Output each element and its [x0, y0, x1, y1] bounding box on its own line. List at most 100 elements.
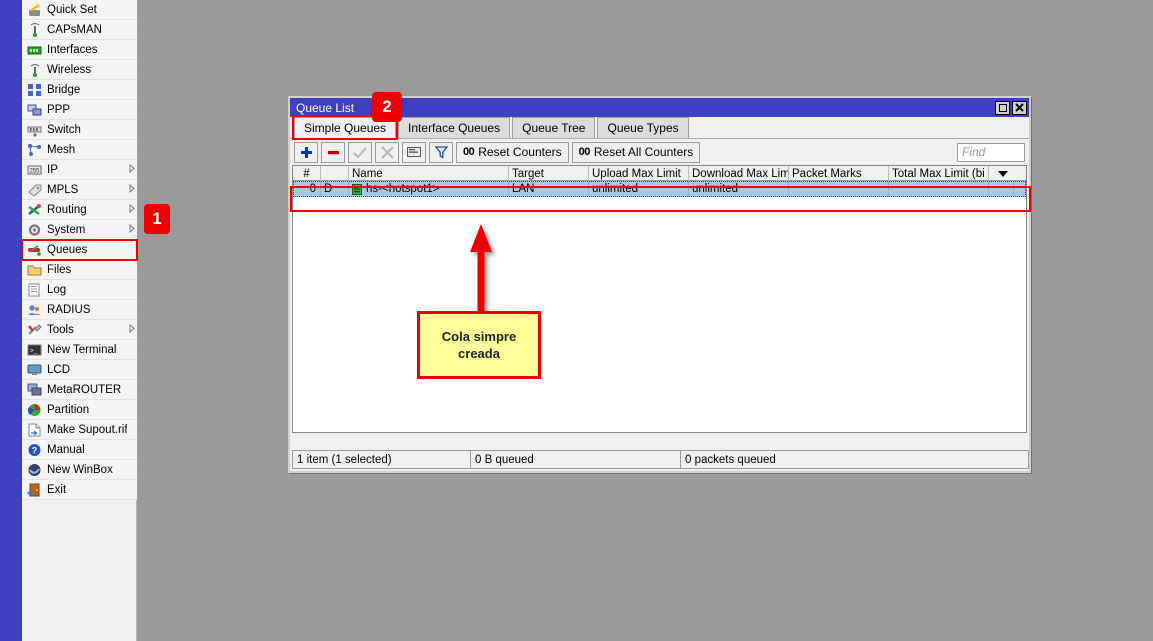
column-header-download-max-limit[interactable]: Download Max Limit	[689, 166, 789, 181]
sidebar-item-capsman[interactable]: CAPsMAN	[22, 20, 137, 40]
sidebar-item-label: System	[47, 224, 127, 236]
status-text: 0 B queued	[475, 454, 534, 466]
ip-icon: 255	[26, 162, 43, 178]
tab-interface-queues[interactable]: Interface Queues	[398, 117, 510, 138]
chevron-right-icon	[127, 204, 137, 215]
sidebar-item-ppp[interactable]: PPP	[22, 100, 137, 120]
column-header-label: Total Max Limit (bi	[892, 168, 985, 180]
sidebar-item-label: Routing	[47, 204, 127, 216]
cell-name: hs-<hotspot1>	[349, 181, 509, 197]
column-header-label: Target	[512, 168, 544, 180]
sidebar-item-new-terminal[interactable]: >_ New Terminal	[22, 340, 137, 360]
disable-queue-button[interactable]	[375, 142, 399, 163]
enable-queue-button[interactable]	[348, 142, 372, 163]
sidebar-item-metarouter[interactable]: MetaROUTER	[22, 380, 137, 400]
table-row[interactable]: 0Dhs-<hotspot1>LANunlimitedunlimited	[293, 181, 1026, 197]
sidebar-item-label: Switch	[47, 124, 127, 136]
sidebar-item-ip[interactable]: 255 IP	[22, 160, 137, 180]
sidebar-item-partition[interactable]: Partition	[22, 400, 137, 420]
winbox-left-accent-strip	[0, 0, 22, 641]
quickset-icon	[26, 2, 43, 18]
tab-label: Queue Tree	[522, 121, 585, 135]
table-header-row: # NameTarget Upload Max Limit Download Max …	[293, 166, 1026, 181]
reset-all-counters-prefix: 00	[579, 146, 590, 158]
sidebar-item-label: CAPsMAN	[47, 24, 127, 36]
search-input[interactable]: Find	[957, 143, 1025, 162]
sidebar-item-lcd[interactable]: LCD	[22, 360, 137, 380]
sidebar-item-interfaces[interactable]: Interfaces	[22, 40, 137, 60]
sidebar-item-new-winbox[interactable]: New WinBox	[22, 460, 137, 480]
table-body: 0Dhs-<hotspot1>LANunlimitedunlimited	[293, 181, 1026, 197]
reset-counters-button[interactable]: 00 Reset Counters	[456, 142, 569, 163]
sidebar-item-wireless[interactable]: Wireless	[22, 60, 137, 80]
log-icon	[26, 282, 43, 298]
status-cell-2: 0 packets queued	[681, 451, 1028, 468]
minus-icon	[327, 146, 340, 159]
column-header-total-max-limit-bi[interactable]: Total Max Limit (bi	[889, 166, 989, 181]
sidebar-item-label: Mesh	[47, 144, 127, 156]
sidebar-item-switch[interactable]: Switch	[22, 120, 137, 140]
tab-queue-tree[interactable]: Queue Tree	[512, 117, 595, 138]
column-header-label: Upload Max Limit	[592, 168, 681, 180]
tab-queue-types[interactable]: Queue Types	[597, 117, 688, 138]
column-header-upload-max-limit[interactable]: Upload Max Limit	[589, 166, 689, 181]
tab-label: Queue Types	[607, 121, 678, 135]
status-cell-0: 1 item (1 selected)	[293, 451, 471, 468]
cell-packet_marks	[789, 181, 889, 197]
sidebar-item-label: Wireless	[47, 64, 127, 76]
ppp-icon	[26, 102, 43, 118]
search-placeholder: Find	[962, 145, 985, 159]
cell-text: hs-<hotspot1>	[366, 183, 440, 195]
cell-download_max_limit: unlimited	[689, 181, 789, 197]
annotation-arrow	[455, 222, 515, 317]
tools-icon	[26, 322, 43, 338]
sidebar-item-label: Exit	[47, 484, 127, 496]
funnel-icon	[435, 146, 448, 159]
sidebar-item-label: IP	[47, 164, 127, 176]
cell-text: unlimited	[692, 183, 738, 195]
sidebar-item-radius[interactable]: RADIUS	[22, 300, 137, 320]
column-header-[interactable]: #	[293, 166, 321, 181]
sidebar-item-mesh[interactable]: Mesh	[22, 140, 137, 160]
comment-button[interactable]	[402, 142, 426, 163]
sidebar-item-mpls[interactable]: MPLS	[22, 180, 137, 200]
screen: Quick Set CAPsMAN Interfaces Wireless Bridge…	[0, 0, 1153, 641]
cell-text: LAN	[512, 183, 534, 195]
sidebar-item-queues[interactable]: Queues	[22, 240, 137, 260]
status-bar: 1 item (1 selected) 0 B queued 0 packets q…	[292, 450, 1029, 469]
status-cell-1: 0 B queued	[471, 451, 681, 468]
column-header-packet-marks[interactable]: Packet Marks	[789, 166, 889, 181]
comment-icon	[407, 146, 422, 158]
column-header[interactable]	[989, 166, 1014, 181]
sidebar-item-system[interactable]: System	[22, 220, 137, 240]
reset-all-counters-button[interactable]: 00 Reset All Counters	[572, 142, 701, 163]
column-chooser-icon[interactable]	[998, 171, 1008, 177]
queue-list-window: Queue List Simple QueuesInterface Queues…	[288, 96, 1031, 473]
add-queue-button[interactable]	[294, 142, 318, 163]
cell-total_max_limit	[889, 181, 989, 197]
sidebar-item-tools[interactable]: Tools	[22, 320, 137, 340]
column-header-name[interactable]: Name	[349, 166, 509, 181]
sidebar-item-make-supout-rif[interactable]: Make Supout.rif	[22, 420, 137, 440]
svg-text:?: ?	[31, 445, 37, 455]
remove-queue-button[interactable]	[321, 142, 345, 163]
column-header[interactable]	[321, 166, 349, 181]
maximize-icon[interactable]	[995, 101, 1010, 115]
status-text: 1 item (1 selected)	[297, 454, 392, 466]
sidebar-item-log[interactable]: Log	[22, 280, 137, 300]
sidebar-item-routing[interactable]: Routing	[22, 200, 137, 220]
queue-toolbar: 00 Reset Counters 00 Reset All Counters …	[290, 139, 1029, 165]
sidebar-item-label: New Terminal	[47, 344, 127, 356]
filter-button[interactable]	[429, 142, 453, 163]
cell-upload_max_limit: unlimited	[589, 181, 689, 197]
cell-text: unlimited	[592, 183, 638, 195]
cell-text: D	[324, 183, 332, 195]
column-header-target[interactable]: Target	[509, 166, 589, 181]
sidebar-item-manual[interactable]: ?Manual	[22, 440, 137, 460]
sidebar-item-files[interactable]: Files	[22, 260, 137, 280]
sidebar-item-exit[interactable]: Exit	[22, 480, 137, 500]
sidebar-item-quick-set[interactable]: Quick Set	[22, 0, 137, 20]
svg-text:>_: >_	[30, 347, 38, 354]
close-icon[interactable]	[1012, 101, 1027, 115]
sidebar-item-bridge[interactable]: Bridge	[22, 80, 137, 100]
